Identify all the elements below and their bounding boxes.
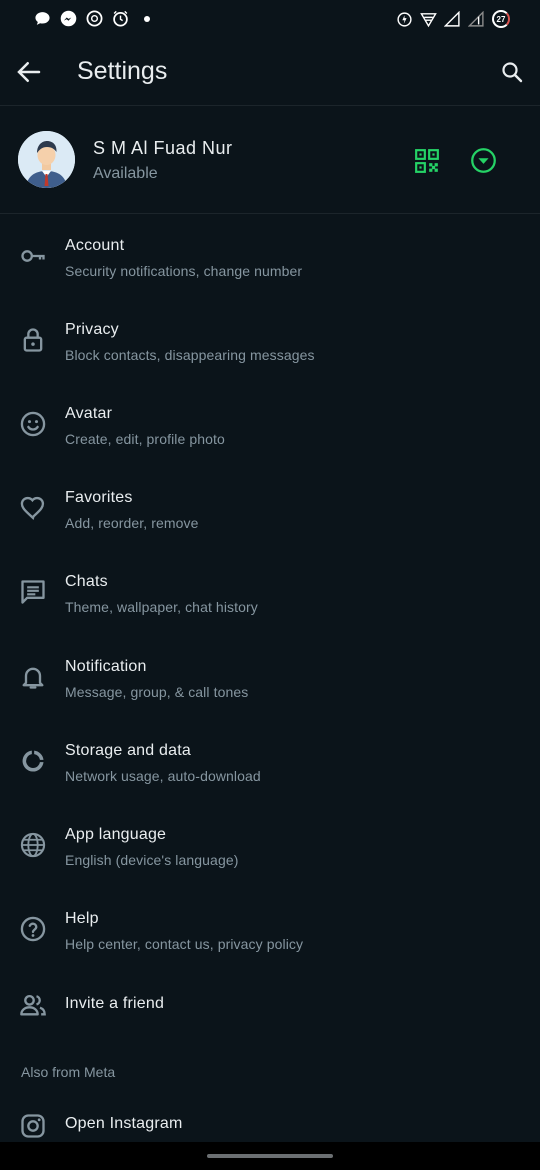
menu-subtitle: Message, group, & call tones (65, 684, 249, 700)
menu-title: Account (65, 237, 125, 254)
globe-icon (20, 832, 46, 858)
instagram-icon (21, 1114, 45, 1138)
menu-title: Invite a friend (65, 995, 165, 1012)
menu-title: Favorites (65, 489, 133, 506)
menu-subtitle: Block contacts, disappearing messages (65, 347, 315, 363)
chat-bubble-icon (35, 12, 50, 25)
signal-icon (444, 10, 460, 27)
menu-title: Storage and data (65, 742, 191, 759)
menu-item-account[interactable]: Account Security notifications, change n… (0, 214, 540, 298)
menu-title: Help (65, 910, 99, 927)
menu-subtitle: Add, reorder, remove (65, 515, 199, 531)
avatar-illustration (18, 131, 75, 188)
profile-status: Available (93, 165, 158, 182)
profile-name: S M Al Fuad Nur (93, 138, 233, 158)
menu-title: Open Instagram (65, 1115, 183, 1132)
smiley-icon (20, 411, 46, 437)
menu-item-favorites[interactable]: Favorites Add, reorder, remove (0, 466, 540, 550)
status-right-icons: 27 (396, 10, 510, 28)
avatar[interactable] (18, 131, 75, 188)
signal-empty-icon (468, 10, 484, 27)
menu-title: App language (65, 826, 167, 843)
app-bar: Settings (0, 40, 540, 106)
menu-subtitle: English (device's language) (65, 852, 239, 868)
data-saver-icon (397, 11, 412, 27)
messenger-icon (60, 10, 77, 27)
menu-subtitle: Help center, contact us, privacy policy (65, 936, 304, 952)
menu-title: Chats (65, 573, 108, 590)
wifi-icon (420, 12, 437, 27)
page-title: Settings (77, 57, 168, 85)
status-left-icons (34, 10, 150, 27)
back-arrow-icon[interactable] (14, 57, 44, 87)
key-icon (21, 250, 45, 262)
chevron-down-circle-icon[interactable] (470, 147, 497, 174)
battery-level: 27 (496, 14, 506, 24)
system-nav-bar (0, 1142, 540, 1170)
menu-subtitle: Theme, wallpaper, chat history (65, 599, 258, 615)
gesture-handle[interactable] (207, 1154, 333, 1158)
chatgpt-icon (86, 10, 103, 27)
search-icon[interactable] (500, 60, 524, 84)
menu-item-invite-friend[interactable]: Invite a friend (0, 971, 540, 1055)
battery-icon: 27 (492, 10, 510, 28)
menu-item-storage[interactable]: Storage and data Network usage, auto-dow… (0, 719, 540, 803)
help-icon (20, 916, 46, 942)
menu-subtitle: Create, edit, profile photo (65, 431, 225, 447)
heart-icon (20, 496, 45, 521)
menu-item-help[interactable]: Help Help center, contact us, privacy po… (0, 887, 540, 971)
people-icon (20, 994, 46, 1016)
menu-item-notification[interactable]: Notification Message, group, & call tone… (0, 635, 540, 719)
menu-title: Privacy (65, 321, 119, 338)
menu-item-open-instagram[interactable]: Open Instagram (0, 1094, 540, 1142)
menu-item-privacy[interactable]: Privacy Block contacts, disappearing mes… (0, 298, 540, 382)
menu-subtitle: Security notifications, change number (65, 263, 303, 279)
notification-dot (144, 15, 150, 22)
lock-icon (23, 328, 43, 352)
section-label-meta: Also from Meta (21, 1064, 116, 1080)
menu-item-chats[interactable]: Chats Theme, wallpaper, chat history (0, 550, 540, 634)
menu-title: Avatar (65, 405, 113, 422)
storage-icon (22, 750, 44, 772)
qr-code-icon[interactable] (414, 148, 440, 174)
alarm-app-icon (113, 10, 128, 27)
menu-subtitle: Network usage, auto-download (65, 768, 261, 784)
bell-icon (22, 667, 44, 689)
status-bar: 27 (0, 0, 540, 40)
menu-item-app-language[interactable]: App language English (device's language) (0, 803, 540, 887)
menu-title: Notification (65, 658, 147, 675)
chat-icon (21, 580, 45, 604)
profile-card[interactable]: S M Al Fuad Nur Available (0, 106, 540, 214)
menu-item-avatar[interactable]: Avatar Create, edit, profile photo (0, 382, 540, 466)
